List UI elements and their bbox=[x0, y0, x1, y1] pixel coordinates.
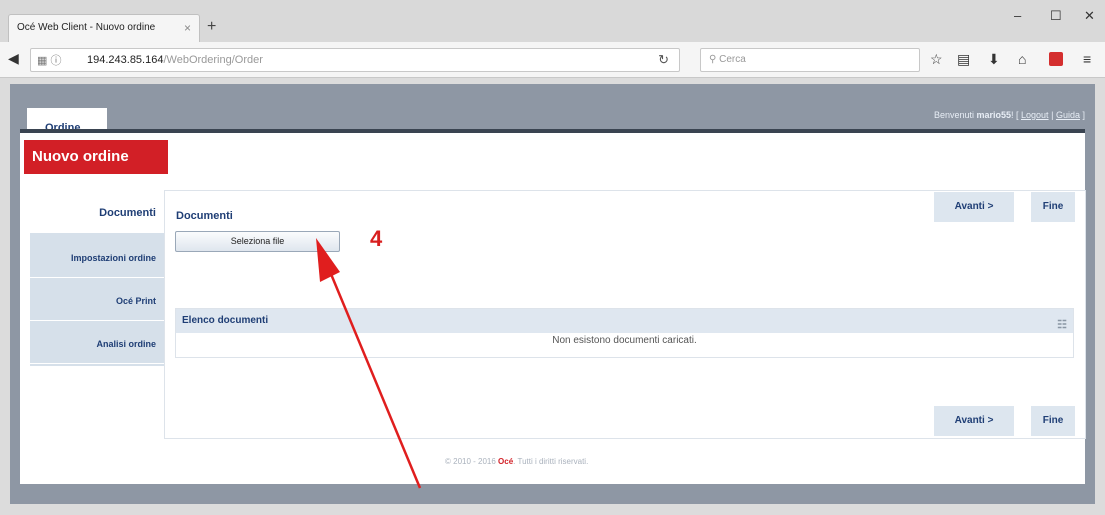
welcome-bar: Benvenuti mario55! [ Logout | Guida ] bbox=[933, 110, 1085, 120]
new-tab-button[interactable]: + bbox=[207, 18, 216, 36]
next-button-top[interactable]: Avanti > bbox=[934, 192, 1014, 222]
empty-message: Non esistono documenti caricati. bbox=[552, 335, 697, 346]
finish-button-top[interactable]: Fine bbox=[1031, 192, 1075, 222]
footer-copyright: © 2010 - 2016 Océ. Tutti i diritti riser… bbox=[445, 457, 589, 466]
maximize-icon[interactable]: ☐ bbox=[1050, 8, 1062, 24]
back-arrow-icon[interactable]: ◀ bbox=[8, 50, 19, 67]
page-title: Nuovo ordine bbox=[24, 140, 168, 174]
clipboard-icon[interactable]: ▤ bbox=[957, 51, 970, 68]
logout-link[interactable]: Logout bbox=[1021, 110, 1049, 120]
sidebar-item-impostazioni[interactable]: Impostazioni ordine bbox=[30, 238, 164, 278]
reload-icon[interactable]: ↻ bbox=[658, 52, 669, 68]
username: mario55 bbox=[976, 110, 1011, 120]
browser-navbar: ◀ ▦ ⓘ 194.243.85.164/WebOrdering/Order ↻… bbox=[0, 42, 1105, 78]
download-icon[interactable]: ⬇ bbox=[988, 51, 1000, 68]
finish-button-bottom[interactable]: Fine bbox=[1031, 406, 1075, 436]
browser-titlebar: Océ Web Client - Nuovo ordine × + – ☐ ✕ bbox=[0, 0, 1105, 42]
minimize-icon[interactable]: – bbox=[1014, 8, 1021, 23]
lock-icon: ▦ ⓘ bbox=[37, 55, 62, 67]
help-link[interactable]: Guida bbox=[1056, 110, 1080, 120]
order-steps-sidebar: Documenti Impostazioni ordine Océ Print … bbox=[30, 193, 164, 366]
address-bar[interactable]: ▦ ⓘ 194.243.85.164/WebOrdering/Order ↻ bbox=[30, 48, 680, 72]
browser-tab[interactable]: Océ Web Client - Nuovo ordine × bbox=[8, 14, 200, 42]
menu-icon[interactable]: ≡ bbox=[1083, 51, 1091, 67]
url-text: 194.243.85.164/WebOrdering/Order bbox=[87, 54, 263, 66]
sidebar-item-documenti[interactable]: Documenti bbox=[30, 193, 164, 233]
select-file-button[interactable]: Seleziona file bbox=[175, 231, 340, 252]
close-window-icon[interactable]: ✕ bbox=[1084, 8, 1095, 24]
tab-close-icon[interactable]: × bbox=[184, 15, 191, 41]
search-input[interactable]: ⚲ Cerca bbox=[700, 48, 920, 72]
search-icon: ⚲ bbox=[709, 54, 720, 65]
sidebar-item-analisi[interactable]: Analisi ordine bbox=[30, 324, 164, 364]
list-header: Elenco documenti ☷ bbox=[176, 309, 1073, 333]
list-settings-icon[interactable]: ☷ bbox=[1057, 313, 1067, 337]
next-button-bottom[interactable]: Avanti > bbox=[934, 406, 1014, 436]
tab-title: Océ Web Client - Nuovo ordine bbox=[17, 22, 156, 33]
sidebar-item-oce-print[interactable]: Océ Print bbox=[30, 281, 164, 321]
section-heading: Documenti bbox=[176, 210, 233, 222]
home-icon[interactable]: ⌂ bbox=[1018, 51, 1026, 67]
star-icon[interactable]: ☆ bbox=[930, 51, 943, 68]
documents-list: Elenco documenti ☷ Non esistono document… bbox=[175, 308, 1074, 358]
pdf-icon[interactable] bbox=[1049, 52, 1063, 66]
annotation-number: 4 bbox=[370, 226, 383, 251]
